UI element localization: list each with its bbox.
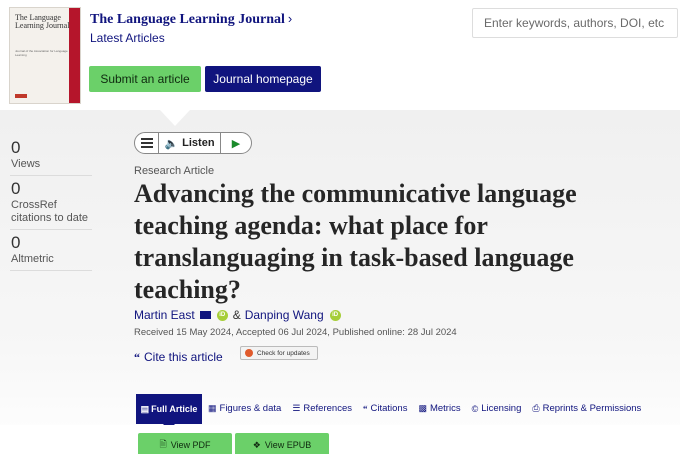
latest-articles-link[interactable]: Latest Articles (90, 31, 165, 45)
tab-figures[interactable]: ▦ Figures & data (208, 403, 281, 414)
listen-player: 🔈 Listen ▶ (134, 132, 252, 154)
journal-cover-image[interactable]: The Language Learning Journal Journal of… (9, 7, 81, 104)
tab-label: Figures & data (219, 403, 282, 414)
article-title: Advancing the communicative language tea… (134, 179, 577, 304)
tab-citations[interactable]: “Citations (363, 403, 407, 414)
quote-icon: “ (362, 403, 368, 414)
print-icon: ⎙ (532, 403, 540, 413)
cite-label: Cite this article (144, 350, 223, 364)
tab-label: Metrics (429, 403, 461, 414)
cite-article-link[interactable]: “ Cite this article (134, 350, 223, 365)
metrics-panel: 0 Views 0 CrossRef citations to date 0 A… (10, 135, 92, 271)
epub-label: View EPUB (264, 440, 312, 450)
metric-label: CrossRef citations to date (11, 199, 89, 224)
speaker-icon: 🔈 (164, 137, 179, 150)
author-list: Martin East iD & Danping Wang iD (134, 308, 345, 322)
article-type: Research Article (134, 165, 215, 177)
hamburger-icon (140, 142, 153, 144)
metric-crossref: 0 CrossRef citations to date (10, 176, 92, 230)
metric-value: 0 (11, 179, 21, 198)
quote-icon: “ (134, 350, 140, 364)
pdf-label: View PDF (170, 440, 211, 450)
tab-references[interactable]: ☰ References (292, 403, 352, 414)
metric-value: 0 (11, 233, 21, 252)
listen-menu-button[interactable] (135, 133, 159, 153)
cover-title: The Language Learning Journal (15, 13, 70, 30)
tab-metrics[interactable]: ▩ Metrics (418, 403, 460, 414)
tab-reprints[interactable]: ⎙ Reprints & Permissions (532, 403, 641, 414)
bar-chart-icon: ▩ (418, 403, 427, 413)
cover-publisher-logo (15, 94, 27, 98)
view-epub-button[interactable]: ❖ View EPUB (235, 433, 329, 454)
cover-subtitle: Journal of the Association for Language … (15, 49, 68, 57)
article-body-area (0, 425, 680, 454)
play-icon: ▶ (231, 137, 241, 150)
metric-label: Altmetric (11, 253, 54, 265)
site-header: The Language Learning Journal Journal of… (0, 0, 680, 110)
submit-article-button[interactable]: Submit an article (89, 66, 201, 92)
chevron-right-icon: › (287, 11, 293, 26)
tab-full-article[interactable]: ▤ Full Article (136, 394, 202, 424)
tab-label: Licensing (481, 403, 522, 414)
check-for-updates-button[interactable]: Check for updates (240, 346, 318, 360)
crossmark-icon (245, 349, 253, 357)
header-notch (160, 110, 190, 126)
journal-title-link[interactable]: The Language Learning Journal › (90, 11, 292, 28)
article-tabs: ▦ Figures & data ☰ References “Citations ▩… (208, 403, 652, 414)
search-input[interactable] (472, 8, 678, 38)
author-link[interactable]: Danping Wang (245, 308, 324, 322)
cover-red-stripe (69, 8, 80, 103)
document-icon: ▤ (140, 403, 150, 414)
check-updates-label: Check for updates (257, 349, 310, 357)
epub-icon: ❖ (252, 439, 261, 450)
journal-homepage-button[interactable]: Journal homepage (205, 66, 321, 92)
tab-label: Reprints & Permissions (542, 403, 642, 414)
orcid-icon[interactable]: iD (216, 309, 228, 321)
listen-button[interactable]: 🔈 Listen (159, 133, 221, 153)
play-button[interactable]: ▶ (221, 133, 251, 153)
author-link[interactable]: Martin East (134, 308, 195, 322)
metric-views: 0 Views (10, 135, 92, 176)
pdf-icon: 🗎 (159, 439, 167, 449)
tab-label: Full Article (151, 404, 198, 414)
email-icon[interactable] (199, 311, 211, 319)
list-icon: ☰ (292, 403, 301, 413)
tab-licensing[interactable]: © Licensing (472, 403, 522, 414)
journal-title-text: The Language Learning Journal (90, 12, 285, 27)
metric-value: 0 (11, 138, 21, 157)
view-pdf-button[interactable]: 🗎 View PDF (138, 433, 232, 454)
metric-altmetric[interactable]: 0 Altmetric (10, 230, 92, 271)
publication-dates: Received 15 May 2024, Accepted 06 Jul 20… (134, 327, 457, 338)
orcid-icon[interactable]: iD (329, 309, 341, 321)
copyright-icon: © (471, 403, 479, 414)
author-separator: & (232, 308, 241, 322)
image-icon: ▦ (208, 403, 217, 413)
listen-label: Listen (182, 137, 215, 149)
tab-label: References (303, 403, 352, 414)
tab-label: Citations (370, 403, 408, 414)
metric-label: Views (11, 158, 41, 170)
